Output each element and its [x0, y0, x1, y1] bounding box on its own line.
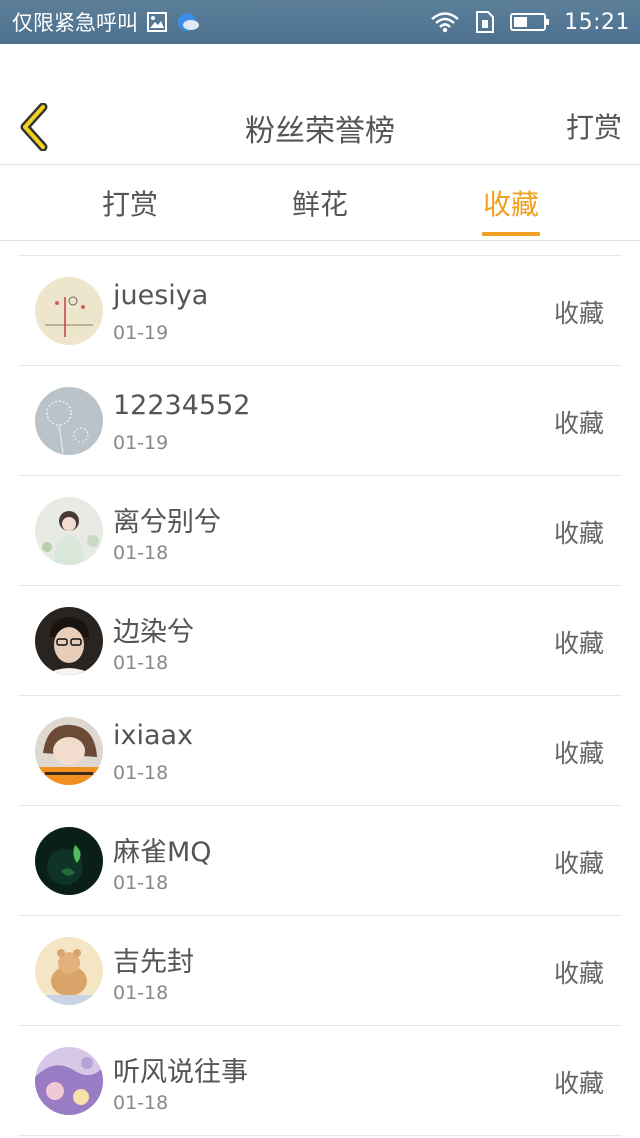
battery-icon [510, 12, 550, 32]
list-item[interactable]: 麻雀MQ 01-18 收藏 [18, 806, 622, 916]
fan-name: 离兮别兮 [113, 507, 221, 538]
fan-action-label: 收藏 [553, 959, 604, 988]
list-item[interactable]: 离兮别兮 01-18 收藏 [18, 476, 622, 586]
fan-name: ixiaax [113, 720, 194, 751]
avatar [35, 937, 103, 1005]
fan-date: 01-18 [113, 1092, 169, 1114]
page-title: 粉丝荣誉榜 [245, 114, 395, 149]
avatar [35, 717, 103, 785]
tab-reward[interactable]: 打赏 [100, 165, 160, 241]
carrier-text: 仅限紧急呼叫 [12, 11, 138, 35]
tab-flowers[interactable]: 鲜花 [290, 165, 350, 241]
fan-action-label: 收藏 [553, 739, 604, 768]
avatar [35, 277, 103, 345]
tab-bar: 打赏 鲜花 收藏 [0, 165, 640, 241]
fan-name: 吉先封 [113, 947, 194, 978]
fan-action-label: 收藏 [553, 629, 604, 658]
tab-active-indicator [482, 232, 540, 236]
avatar [35, 607, 103, 675]
fan-date: 01-19 [113, 322, 169, 344]
fan-action-label: 收藏 [553, 409, 604, 438]
list-item[interactable]: 吉先封 01-18 收藏 [18, 916, 622, 1026]
avatar [35, 827, 103, 895]
wifi-icon [430, 11, 460, 33]
fan-name: 边染兮 [113, 617, 194, 648]
list-item[interactable]: ixiaax 01-18 收藏 [18, 696, 622, 806]
tab-reward-label: 打赏 [101, 188, 158, 221]
fan-date: 01-18 [113, 652, 169, 674]
clock: 15:21 [564, 9, 630, 35]
avatar [35, 497, 103, 565]
reward-button[interactable]: 打赏 [566, 106, 622, 146]
list-item[interactable]: 听风说往事 01-18 收藏 [18, 1026, 622, 1136]
avatar [35, 1047, 103, 1115]
nav-bar: 粉丝荣誉榜 打赏 [0, 44, 640, 165]
fan-date: 01-19 [113, 432, 169, 454]
fan-name: 12234552 [113, 390, 251, 421]
avatar [35, 387, 103, 455]
fan-list: juesiya 01-19 收藏 12234552 01-19 收藏 离兮别兮 … [18, 255, 622, 1136]
list-item[interactable]: 边染兮 01-18 收藏 [18, 586, 622, 696]
fan-action-label: 收藏 [553, 519, 604, 548]
fan-name: 麻雀MQ [113, 837, 212, 868]
fan-action-label: 收藏 [553, 299, 604, 328]
weather-icon [176, 11, 202, 33]
tab-favorites-label: 收藏 [482, 188, 539, 221]
tab-flowers-label: 鲜花 [291, 188, 348, 221]
list-item[interactable]: 12234552 01-19 收藏 [18, 366, 622, 476]
fan-action-label: 收藏 [553, 1069, 604, 1098]
tab-favorites[interactable]: 收藏 [481, 165, 541, 241]
fan-name: juesiya [113, 280, 209, 311]
list-item[interactable]: juesiya 01-19 收藏 [18, 256, 622, 366]
fan-date: 01-18 [113, 982, 169, 1004]
fan-name: 听风说往事 [113, 1057, 248, 1088]
gallery-icon [146, 11, 168, 33]
status-bar: 仅限紧急呼叫 15:21 [0, 0, 640, 44]
fan-date: 01-18 [113, 762, 169, 784]
fan-date: 01-18 [113, 872, 169, 894]
sim-icon [474, 10, 496, 34]
fan-date: 01-18 [113, 542, 169, 564]
fan-action-label: 收藏 [553, 849, 604, 878]
